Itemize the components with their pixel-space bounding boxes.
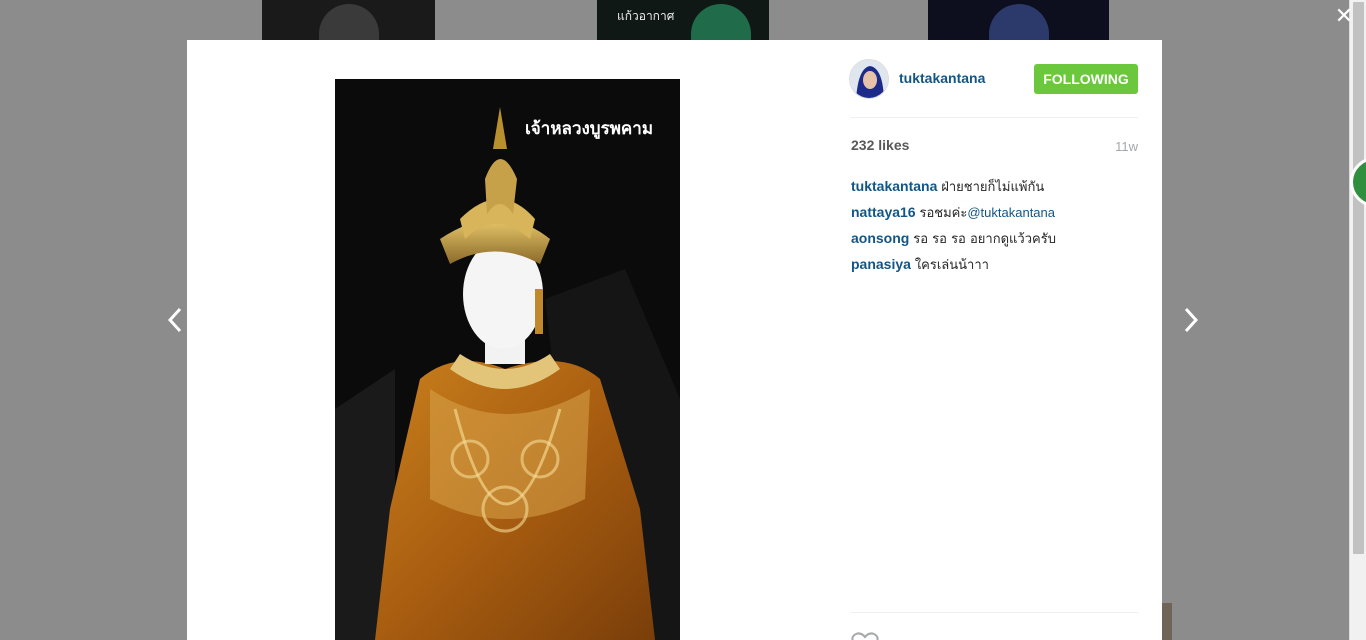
comment-list: tuktakantana ฝ่ายชายก็ไม่แพ้กัน nattaya1… [851, 174, 1138, 278]
author-username-link[interactable]: tuktakantana [899, 70, 985, 86]
avatar[interactable] [849, 59, 889, 99]
divider [851, 117, 1138, 118]
post-age[interactable]: 11w [1115, 139, 1138, 154]
comment-username-link[interactable]: panasiya [851, 256, 911, 272]
post-sidebar: tuktakantana FOLLOWING 232 likes 11w tuk… [849, 40, 1138, 640]
comment-text: ฝ่ายชายก็ไม่แพ้กัน [941, 180, 1045, 195]
background-thumbnail[interactable] [928, 0, 1109, 40]
divider [851, 612, 1138, 613]
post-modal: เจ้าหลวงบูรพคาม tuktakantana FOLLOWING 2… [187, 40, 1162, 640]
heart-icon[interactable] [851, 632, 879, 640]
scrollbar-thumb[interactable] [1353, 2, 1364, 554]
background-thumbnail [1162, 603, 1172, 640]
comment-username-link[interactable]: tuktakantana [851, 178, 937, 194]
comment-item: aonsong รอ รอ รอ อยากดูแว้วครับ [851, 226, 1138, 252]
comment-item: nattaya16 รอชมค่ะ@tuktakantana [851, 200, 1138, 226]
background-thumbnail[interactable]: แก้วอากาศ [597, 0, 769, 40]
comment-username-link[interactable]: nattaya16 [851, 204, 916, 220]
following-button[interactable]: FOLLOWING [1034, 64, 1138, 94]
background-thumbnail[interactable] [262, 0, 435, 40]
costume-illustration [335, 79, 680, 640]
post-photo[interactable]: เจ้าหลวงบูรพคาม [335, 79, 680, 640]
comment-text: ใครเล่นน้าาา [914, 258, 989, 273]
mention-link[interactable]: @tuktakantana [967, 205, 1055, 220]
comment-username-link[interactable]: aonsong [851, 230, 909, 246]
comment-item: panasiya ใครเล่นน้าาา [851, 252, 1138, 278]
comment-text: รอ รอ รอ อยากดูแว้วครับ [913, 232, 1056, 247]
post-header: tuktakantana FOLLOWING [849, 59, 1138, 99]
comment-item: tuktakantana ฝ่ายชายก็ไม่แพ้กัน [851, 174, 1138, 200]
likes-count[interactable]: 232 likes [851, 137, 909, 153]
thumbnail-caption: แก้วอากาศ [617, 9, 675, 23]
chevron-left-icon[interactable] [165, 304, 187, 336]
page-scrollbar[interactable] [1349, 0, 1366, 640]
photo-caption: เจ้าหลวงบูรพคาม [525, 119, 654, 139]
chevron-right-icon[interactable] [1180, 304, 1202, 336]
close-icon[interactable]: ✕ [1333, 5, 1355, 27]
comment-text: รอชมค่ะ [919, 206, 968, 221]
